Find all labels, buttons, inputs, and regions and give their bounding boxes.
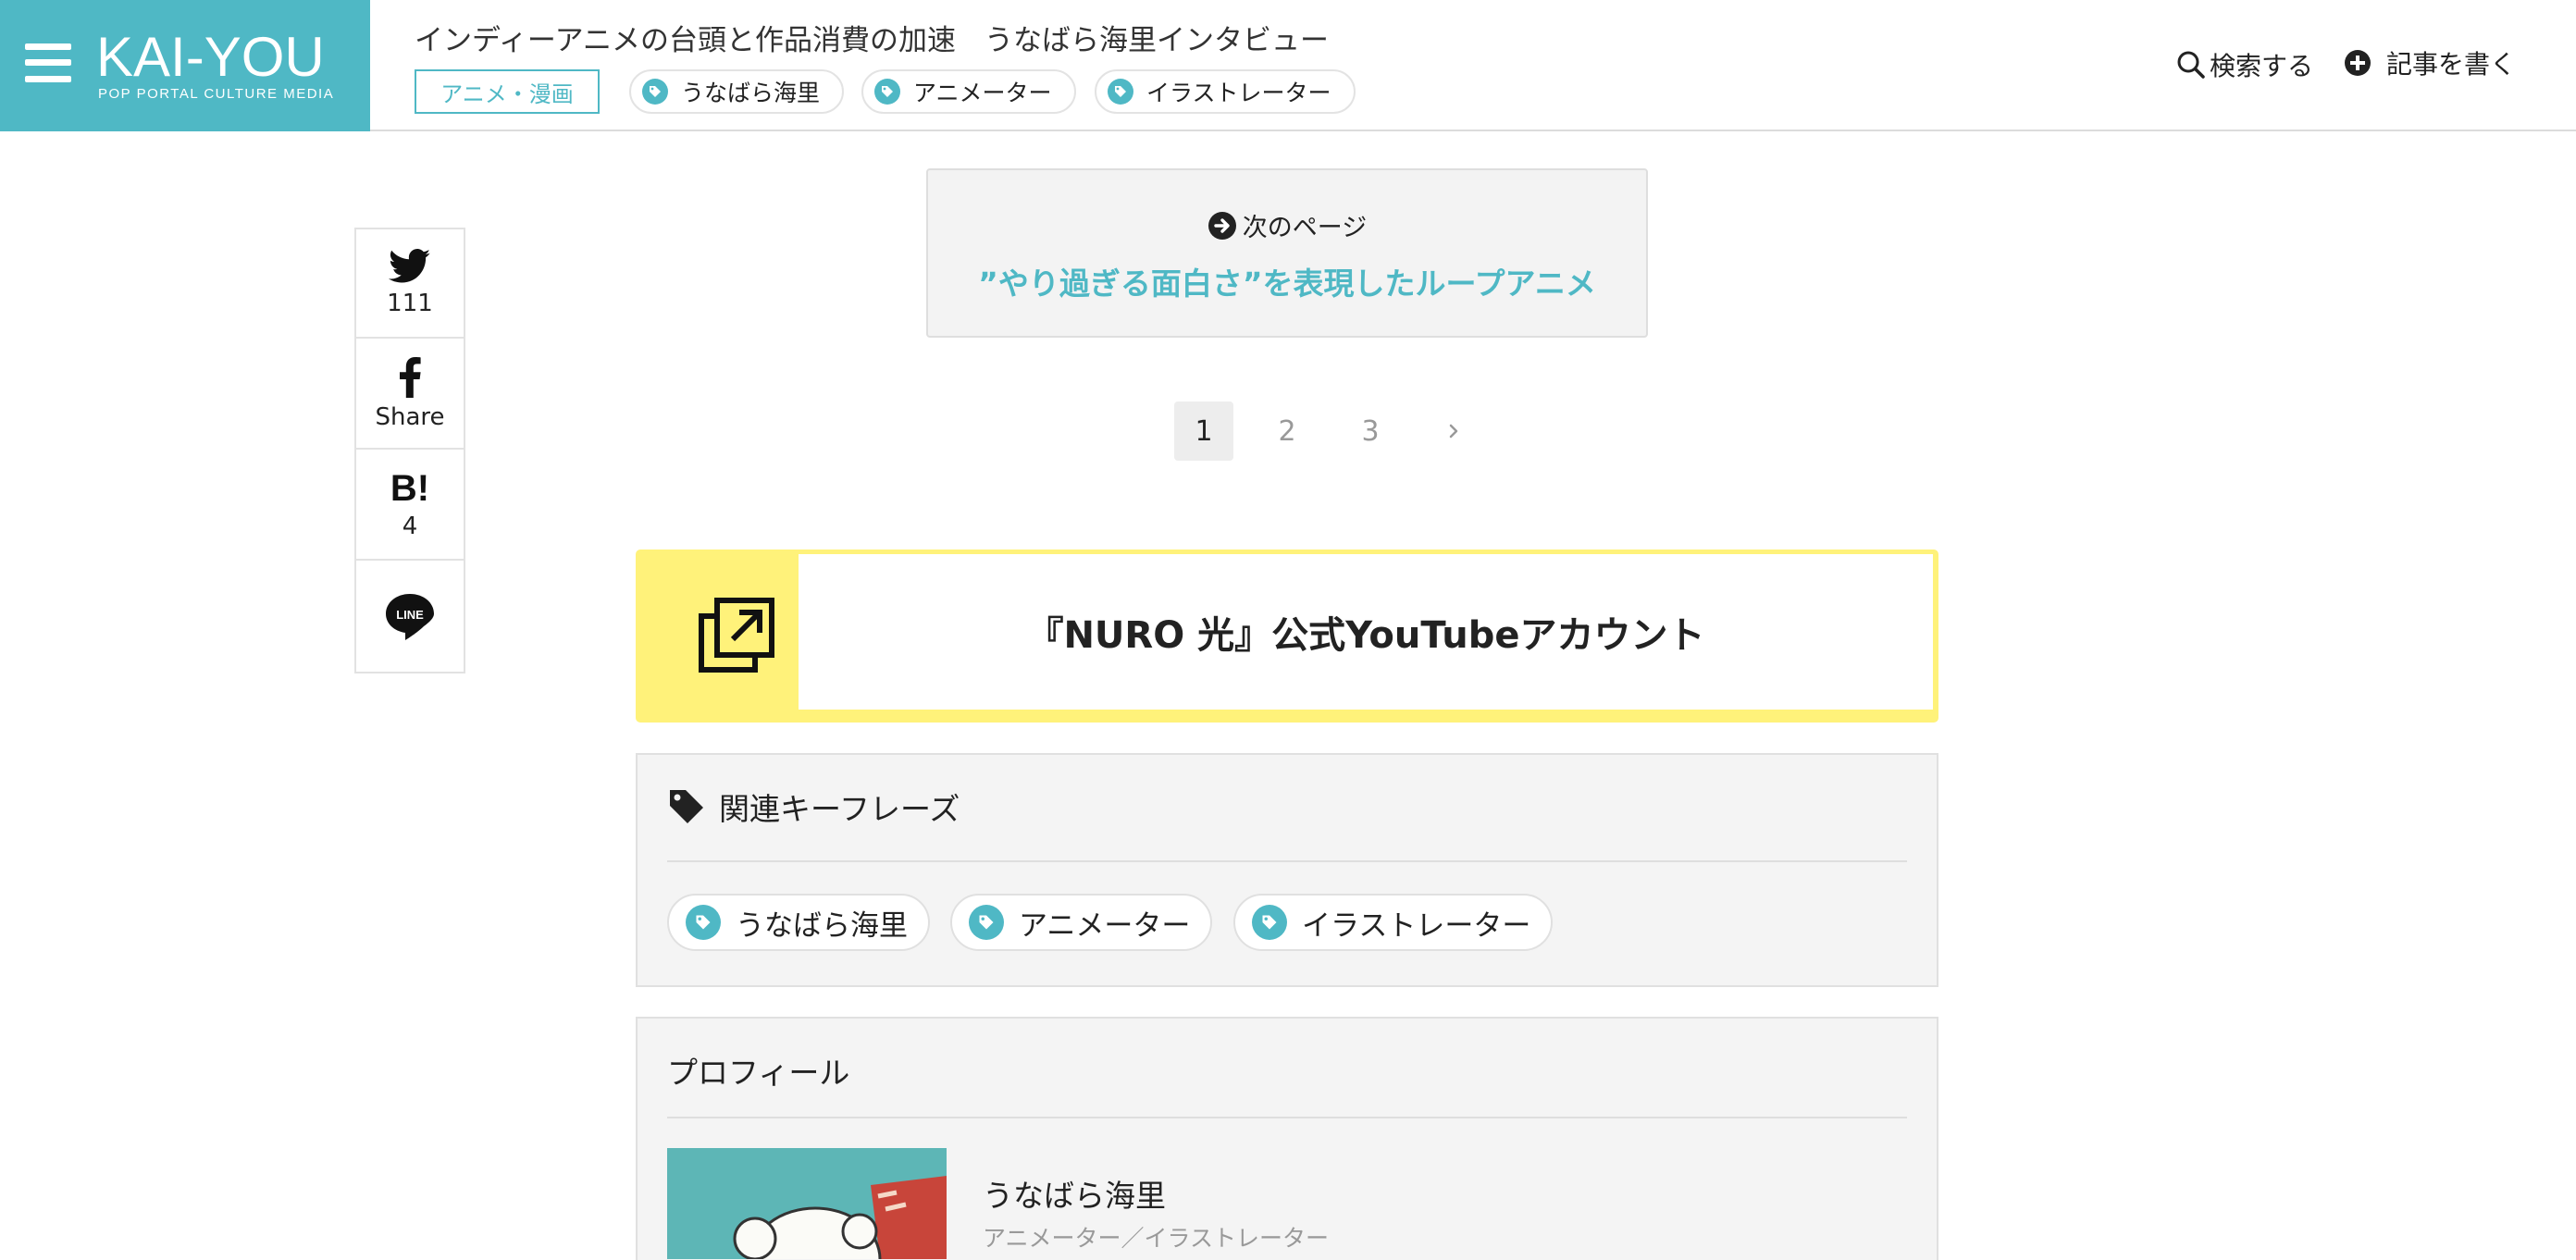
keyphrases-heading-row: 関連キーフレーズ	[667, 784, 960, 829]
plus-circle-icon	[2345, 50, 2371, 76]
keyphrase-label: アニメーター	[1019, 908, 1191, 943]
header-tag-label: うなばら海里	[681, 80, 821, 106]
keyphrases-heading: 関連キーフレーズ	[719, 791, 960, 827]
pagination-page-3[interactable]: 3	[1341, 401, 1400, 461]
facebook-icon	[400, 357, 421, 398]
profile-heading: プロフィール	[667, 1055, 850, 1091]
article-title: インディーアニメの台頭と作品消費の加速 うなばら海里インタビュー	[415, 24, 1329, 57]
pagination-page-1[interactable]: 1	[1174, 401, 1233, 461]
line-share-button[interactable]: LINE	[356, 562, 464, 672]
category-link[interactable]: アニメ・漫画	[415, 69, 600, 114]
keyphrase-animator[interactable]: アニメーター	[950, 894, 1213, 951]
pagination-next-button[interactable]	[1424, 401, 1483, 461]
banner-text: 『NURO 光』公式YouTubeアカウント	[1026, 614, 1705, 657]
twitter-icon	[389, 249, 431, 283]
profile-name: うなばら海里	[983, 1178, 1166, 1214]
nuro-youtube-banner[interactable]: 『NURO 光』公式YouTubeアカウント	[636, 550, 1938, 723]
logo-block: KAI-YOU POP PORTAL CULTURE MEDIA	[0, 0, 370, 131]
tag-icon	[874, 79, 900, 105]
profile-avatar[interactable]	[667, 1148, 947, 1259]
facebook-share-button[interactable]: Share	[356, 340, 464, 450]
profile-illustration	[667, 1148, 947, 1259]
divider	[667, 1117, 1907, 1118]
keyphrase-label: イラストレーター	[1302, 908, 1531, 943]
hatena-bookmark-button[interactable]: B! 4	[356, 451, 464, 561]
divider	[667, 860, 1907, 862]
twitter-count: 111	[387, 290, 433, 317]
keyphrase-label: うなばら海里	[736, 908, 908, 943]
keyphrase-unabara[interactable]: うなばら海里	[667, 894, 930, 951]
hamburger-menu-icon[interactable]	[25, 43, 71, 82]
hatena-bookmark-icon: B!	[390, 468, 430, 509]
header-tag-label: アニメーター	[913, 80, 1052, 106]
arrow-right-circle-icon	[1208, 211, 1236, 240]
search-button[interactable]: 検索する	[2176, 46, 2313, 83]
external-link-icon	[699, 598, 774, 673]
line-icon-text: LINE	[396, 608, 424, 622]
profile-panel: プロフィール うなばら海里 アニメーター／イラストレーター	[636, 1017, 1938, 1260]
next-page-link[interactable]: 次のページ ”やり過ぎる面白さ”を表現したループアニメ	[926, 168, 1648, 338]
tag-icon	[1252, 905, 1287, 940]
tag-icon	[969, 905, 1004, 940]
next-page-label: 次のページ	[1242, 214, 1368, 242]
search-icon	[2177, 51, 2205, 79]
next-page-label-row: 次のページ	[928, 207, 1646, 243]
hatena-count: 4	[402, 513, 418, 540]
tag-icon	[670, 790, 703, 823]
search-label: 検索する	[2210, 51, 2314, 81]
chevron-right-icon	[1449, 424, 1458, 439]
share-sidebar: 111 Share B! 4 LINE	[354, 228, 465, 673]
tag-icon	[642, 79, 668, 105]
profile-role: アニメーター／イラストレーター	[983, 1225, 1330, 1252]
keyphrase-illustrator[interactable]: イラストレーター	[1233, 894, 1554, 951]
twitter-share-button[interactable]: 111	[356, 229, 464, 339]
line-icon: LINE	[386, 594, 434, 640]
next-page-title: ”やり過ぎる面白さ”を表現したループアニメ	[978, 266, 1596, 302]
site-logo-subtitle: POP PORTAL CULTURE MEDIA	[98, 86, 335, 102]
header-tag-illustrator[interactable]: イラストレーター	[1095, 69, 1356, 114]
tag-icon	[686, 905, 721, 940]
header-tag-unabara[interactable]: うなばら海里	[629, 69, 845, 114]
banner-content: 『NURO 光』公式YouTubeアカウント	[799, 554, 1933, 710]
pagination-page-2[interactable]: 2	[1257, 401, 1317, 461]
header-tag-label: イラストレーター	[1146, 80, 1331, 106]
write-label: 記事を書く	[2386, 49, 2517, 80]
header-tag-animator[interactable]: アニメーター	[861, 69, 1076, 114]
site-logo[interactable]: KAI-YOU	[96, 26, 325, 89]
facebook-share-label: Share	[375, 403, 445, 431]
tag-icon	[1108, 79, 1133, 105]
related-keyphrases-panel: 関連キーフレーズ うなばら海里 アニメーター イラストレーター	[636, 753, 1938, 987]
site-header: KAI-YOU POP PORTAL CULTURE MEDIA インディーアニ…	[0, 0, 2576, 131]
write-article-button[interactable]: 記事を書く	[2344, 44, 2516, 81]
